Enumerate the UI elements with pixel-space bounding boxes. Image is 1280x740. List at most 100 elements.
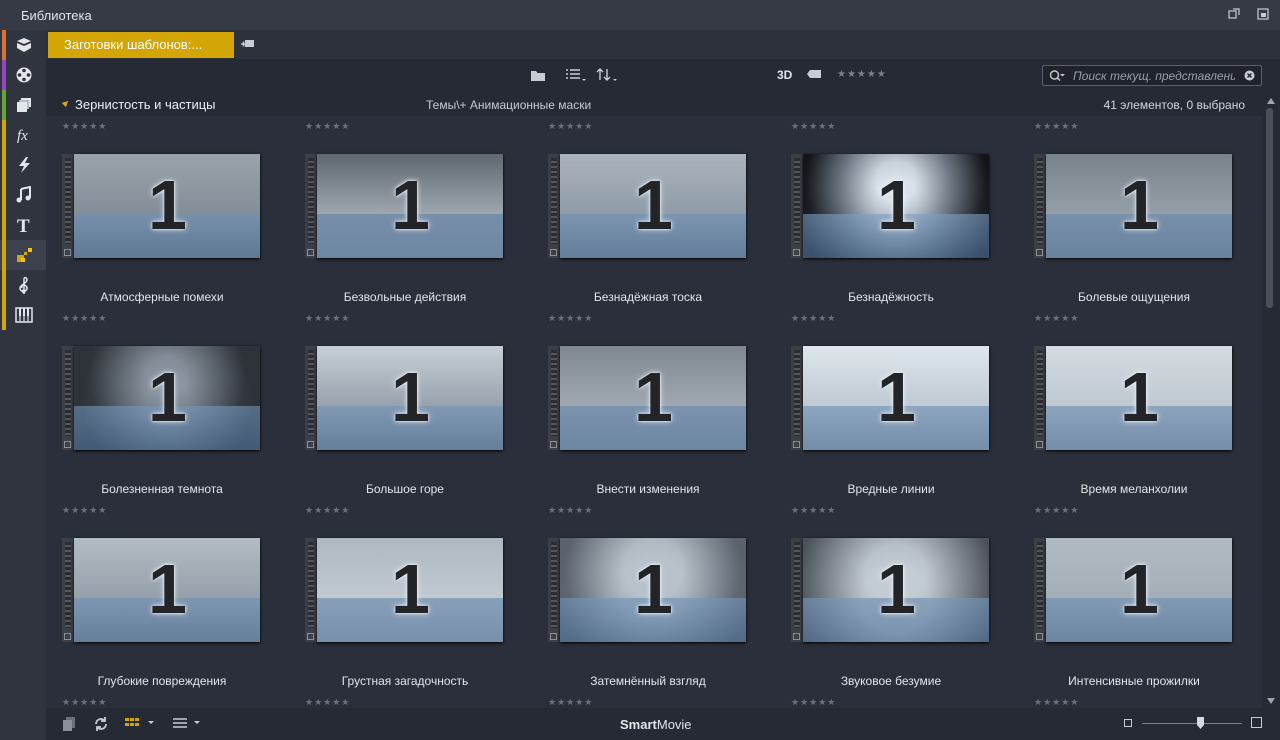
- tag-icon[interactable]: [806, 68, 822, 80]
- collapse-triangle-icon[interactable]: [61, 98, 71, 108]
- copy-icon[interactable]: [62, 716, 76, 732]
- sidebar-color-bar: [2, 150, 6, 180]
- template-thumbnail[interactable]: 1: [305, 154, 505, 258]
- sidebar-item-clips-stack[interactable]: [0, 90, 46, 120]
- template-label: Глубокие повреждения: [97, 674, 227, 688]
- film-strip: [305, 346, 317, 450]
- smartmovie-button[interactable]: SmartMovie: [620, 717, 692, 732]
- sidebar-item-fx[interactable]: fx: [0, 120, 46, 150]
- rating-stars[interactable]: ★★★★★: [548, 506, 593, 515]
- rating-stars[interactable]: ★★★★★: [305, 698, 350, 707]
- details-view-icon[interactable]: [172, 716, 204, 730]
- rating-stars[interactable]: ★★★★★: [62, 314, 107, 323]
- 3d-toggle[interactable]: 3D: [777, 68, 792, 82]
- search-input[interactable]: [1073, 67, 1235, 84]
- template-thumbnail[interactable]: 1: [62, 154, 262, 258]
- rating-stars[interactable]: ★★★★★: [548, 698, 593, 707]
- template-thumbnail[interactable]: 1: [548, 538, 748, 642]
- undock-icon[interactable]: [1228, 8, 1240, 20]
- rating-stars[interactable]: ★★★★★: [62, 698, 107, 707]
- thumbnail-image: 1: [803, 538, 989, 642]
- restore-icon[interactable]: [1257, 8, 1269, 20]
- rating-stars[interactable]: ★★★★★: [1034, 506, 1079, 515]
- rating-stars[interactable]: ★★★★★: [1034, 314, 1079, 323]
- template-label: Безнадёжность: [848, 290, 934, 304]
- corner-icon: [1036, 633, 1043, 640]
- corner-icon: [550, 441, 557, 448]
- clear-search-icon[interactable]: [1244, 70, 1255, 81]
- add-tab-icon[interactable]: [241, 38, 255, 50]
- vertical-scrollbar[interactable]: [1262, 92, 1280, 708]
- template-thumbnail[interactable]: 1: [305, 538, 505, 642]
- sidebar-item-template-blocks[interactable]: [0, 240, 46, 270]
- sidebar-item-transition-bolt[interactable]: [0, 150, 46, 180]
- corner-icon: [793, 441, 800, 448]
- library-sidebar: fx T: [0, 30, 46, 740]
- rating-stars[interactable]: ★★★★★: [305, 506, 350, 515]
- search-icon[interactable]: [1049, 69, 1065, 83]
- template-thumbnail[interactable]: 1: [62, 538, 262, 642]
- rating-stars[interactable]: ★★★★★: [1034, 122, 1079, 131]
- template-label: Время меланхолии: [1080, 482, 1188, 496]
- rating-stars[interactable]: ★★★★★: [62, 122, 107, 131]
- template-thumbnail[interactable]: 1: [548, 346, 748, 450]
- thumbnail-image: 1: [317, 538, 503, 642]
- sidebar-color-bar: [2, 210, 6, 240]
- corner-icon: [793, 249, 800, 256]
- tab-templates[interactable]: Заготовки шаблонов:...: [48, 32, 234, 58]
- sort-icon[interactable]: [596, 68, 618, 82]
- grid-view-icon[interactable]: [124, 716, 156, 730]
- template-thumbnail[interactable]: 1: [305, 346, 505, 450]
- title-bar: Библиотека: [0, 0, 1280, 30]
- rating-filter[interactable]: ★★★★★: [837, 70, 887, 80]
- template-label: Безвольные действия: [343, 290, 467, 304]
- sync-icon[interactable]: [93, 716, 109, 732]
- sidebar-color-bar: [2, 300, 6, 330]
- sidebar-item-music-note[interactable]: [0, 180, 46, 210]
- rating-stars[interactable]: ★★★★★: [791, 698, 836, 707]
- list-view-icon[interactable]: [565, 68, 587, 82]
- rating-stars[interactable]: ★★★★★: [305, 122, 350, 131]
- folder-icon[interactable]: [530, 68, 546, 82]
- template-thumbnail[interactable]: 1: [791, 346, 991, 450]
- rating-stars[interactable]: ★★★★★: [548, 314, 593, 323]
- rating-stars[interactable]: ★★★★★: [791, 314, 836, 323]
- sidebar-item-title-t[interactable]: T: [0, 210, 46, 240]
- sidebar-item-package[interactable]: [0, 30, 46, 60]
- zoom-large-icon[interactable]: [1251, 717, 1262, 728]
- sidebar-item-film-reel[interactable]: [0, 60, 46, 90]
- scroll-down-arrow-icon[interactable]: [1267, 698, 1275, 704]
- template-thumbnail[interactable]: 1: [791, 154, 991, 258]
- sidebar-color-bar: [2, 30, 6, 60]
- rating-stars[interactable]: ★★★★★: [305, 314, 350, 323]
- template-thumbnail[interactable]: 1: [791, 538, 991, 642]
- countdown-number: 1: [148, 550, 187, 628]
- thumbnail-image: 1: [317, 346, 503, 450]
- scroll-thumb[interactable]: [1266, 108, 1273, 308]
- music-note-icon: [16, 186, 31, 203]
- sidebar-item-treble-clef[interactable]: [0, 270, 46, 300]
- film-strip: [548, 346, 560, 450]
- zoom-slider[interactable]: [1142, 723, 1242, 724]
- template-thumbnail[interactable]: 1: [1034, 538, 1234, 642]
- template-thumbnail[interactable]: 1: [1034, 346, 1234, 450]
- rating-stars[interactable]: ★★★★★: [791, 506, 836, 515]
- zoom-small-icon[interactable]: [1124, 719, 1132, 727]
- zoom-slider-knob[interactable]: [1197, 717, 1204, 729]
- template-label: Звуковое безумие: [840, 674, 942, 688]
- rating-stars[interactable]: ★★★★★: [1034, 698, 1079, 707]
- rating-stars[interactable]: ★★★★★: [791, 122, 836, 131]
- scroll-up-arrow-icon[interactable]: [1267, 98, 1275, 104]
- rating-stars[interactable]: ★★★★★: [62, 506, 107, 515]
- template-label: Болевые ощущения: [1078, 290, 1190, 304]
- template-thumbnail[interactable]: 1: [1034, 154, 1234, 258]
- template-label: Большое горе: [366, 482, 444, 496]
- template-thumbnail[interactable]: 1: [62, 346, 262, 450]
- countdown-number: 1: [1120, 550, 1159, 628]
- film-strip: [791, 154, 803, 258]
- template-thumbnail[interactable]: 1: [548, 154, 748, 258]
- corner-icon: [307, 441, 314, 448]
- search-box[interactable]: [1042, 65, 1262, 86]
- rating-stars[interactable]: ★★★★★: [548, 122, 593, 131]
- sidebar-item-piano-keys[interactable]: [0, 300, 46, 330]
